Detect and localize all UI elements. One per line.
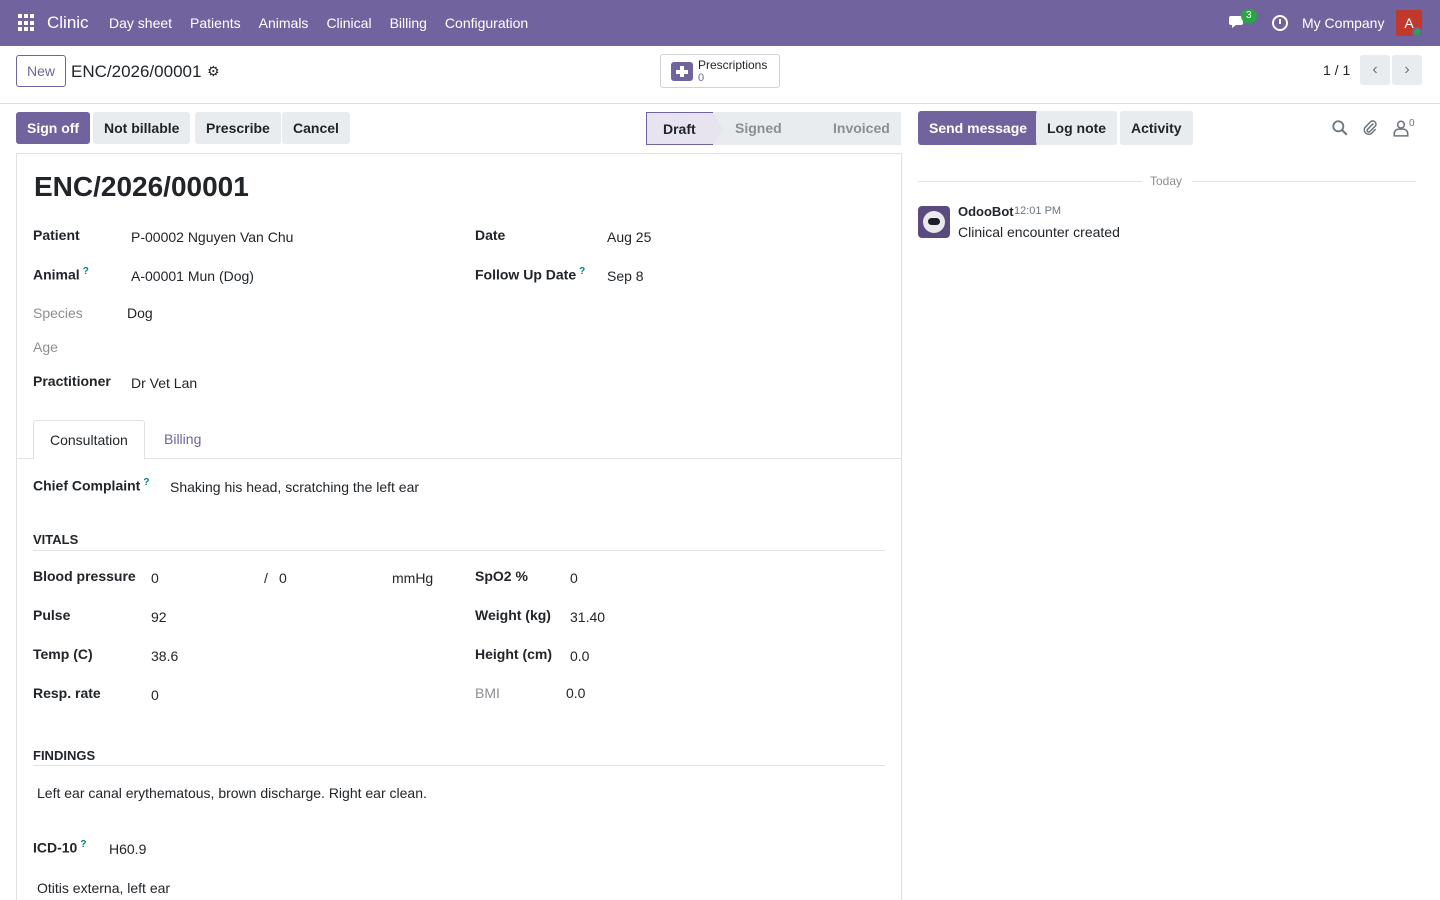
message-body: Clinical encounter created (958, 224, 1120, 240)
temp-field[interactable]: 38.6 (151, 648, 178, 664)
smart-button-label: Prescriptions (698, 58, 768, 72)
bp-systolic-field[interactable]: 0 (151, 570, 159, 586)
weight-label: Weight (kg) (475, 607, 551, 623)
weight-field[interactable]: 31.40 (570, 609, 605, 625)
blood-pressure-label: Blood pressure (33, 568, 136, 584)
patient-label: Patient (33, 227, 80, 243)
menu-configuration[interactable]: Configuration (436, 0, 537, 46)
chat-count-badge: 3 (1241, 9, 1257, 23)
top-navbar: Clinic Day sheet Patients Animals Clinic… (0, 0, 1440, 46)
date-divider-left (918, 181, 1142, 182)
status-stages: Draft Signed off Invoiced (646, 112, 901, 169)
pager-value[interactable]: 1 / 1 (1323, 62, 1350, 78)
bp-diastolic-field[interactable]: 0 (279, 570, 287, 586)
bmi-label: BMI (475, 685, 500, 701)
chief-complaint-label: Chief Complaint? (33, 477, 150, 494)
chief-complaint-field[interactable]: Shaking his head, scratching the left ea… (170, 479, 419, 495)
pager-previous-button[interactable]: ‹ (1360, 55, 1390, 85)
spo2-label: SpO2 % (475, 568, 528, 584)
form-sheet: ENC/2026/00001 Patient P-00002 Nguyen Va… (16, 153, 902, 900)
search-icon[interactable] (1331, 119, 1349, 137)
diagnosis-field[interactable]: Otitis externa, left ear (37, 880, 170, 896)
record-title: ENC/2026/00001 (34, 171, 249, 202)
date-divider-right (1192, 181, 1416, 182)
prescribe-button[interactable]: Prescribe (195, 112, 281, 144)
height-field[interactable]: 0.0 (570, 648, 589, 664)
odoobot-avatar[interactable] (918, 206, 950, 238)
spo2-field[interactable]: 0 (570, 570, 578, 586)
bp-separator: / (264, 570, 268, 586)
height-label: Height (cm) (475, 646, 552, 662)
control-panel: New ENC/2026/00001 ⚙ Prescriptions 0 1 /… (0, 46, 1440, 104)
follow-up-date-field[interactable]: Sep 8 (607, 268, 644, 284)
animal-label: Animal? (33, 266, 89, 283)
findings-section-title: FINDINGS (33, 748, 96, 763)
findings-field[interactable]: Left ear canal erythematous, brown disch… (37, 785, 427, 801)
new-button[interactable]: New (16, 55, 67, 87)
main-menu: Day sheet Patients Animals Clinical Bill… (100, 0, 537, 46)
send-message-button[interactable]: Send message (918, 111, 1039, 145)
smart-button-count: 0 (698, 72, 705, 84)
help-icon[interactable]: ? (83, 266, 89, 277)
tab-consultation[interactable]: Consultation (33, 420, 145, 460)
practitioner-label: Practitioner (33, 373, 111, 389)
help-icon[interactable]: ? (143, 477, 149, 488)
stage-draft[interactable]: Draft (646, 112, 723, 146)
pulse-label: Pulse (33, 607, 71, 623)
bp-unit: mmHg (392, 570, 434, 586)
message-timestamp: 12:01 PM (1014, 205, 1062, 217)
message-author[interactable]: OdooBot (958, 204, 1014, 219)
breadcrumb-record-name: ENC/2026/00001 (71, 62, 202, 81)
prescriptions-smart-button[interactable]: Prescriptions 0 (660, 54, 780, 88)
resp-rate-label: Resp. rate (33, 685, 101, 701)
resp-rate-field[interactable]: 0 (151, 687, 159, 703)
icd10-label: ICD-10? (33, 839, 87, 856)
date-label: Date (475, 227, 506, 243)
menu-day-sheet[interactable]: Day sheet (100, 0, 181, 46)
vitals-section-title: VITALS (33, 532, 79, 547)
pulse-field[interactable]: 92 (151, 609, 167, 625)
icd10-field[interactable]: H60.9 (109, 841, 146, 857)
pager-next-button[interactable]: › (1392, 55, 1422, 85)
age-label: Age (33, 339, 58, 355)
practitioner-field[interactable]: Dr Vet Lan (131, 375, 197, 391)
help-icon[interactable]: ? (80, 839, 86, 850)
app-brand[interactable]: Clinic (47, 13, 89, 33)
not-billable-button[interactable]: Not billable (93, 112, 191, 144)
animal-field[interactable]: A-00001 Mun (Dog) (131, 268, 254, 284)
cancel-button[interactable]: Cancel (282, 112, 350, 144)
stage-signed-off[interactable]: Signed off (713, 112, 821, 169)
followers-icon[interactable] (1392, 119, 1410, 137)
medical-kit-icon (671, 62, 693, 81)
menu-billing[interactable]: Billing (381, 0, 436, 46)
date-separator-today: Today (1150, 174, 1183, 188)
menu-animals[interactable]: Animals (250, 0, 318, 46)
notebook-tabs: Consultation Billing (17, 420, 901, 460)
tab-billing[interactable]: Billing (148, 420, 217, 460)
activity-clock-icon[interactable] (1272, 15, 1288, 31)
species-label: Species (33, 305, 83, 321)
menu-patients[interactable]: Patients (181, 0, 250, 46)
help-icon[interactable]: ? (579, 266, 585, 277)
temp-label: Temp (C) (33, 646, 93, 662)
sign-off-button[interactable]: Sign off (16, 112, 91, 144)
app-menu-icon[interactable] (18, 14, 36, 32)
follow-up-date-label: Follow Up Date? (475, 266, 586, 283)
findings-divider (33, 765, 885, 766)
date-field[interactable]: Aug 25 (607, 229, 651, 245)
patient-field[interactable]: P-00002 Nguyen Van Chu (131, 229, 293, 245)
activity-button[interactable]: Activity (1120, 111, 1193, 145)
menu-clinical[interactable]: Clinical (317, 0, 380, 46)
species-value: Dog (127, 305, 153, 321)
followers-count: 0 (1409, 118, 1415, 129)
gear-icon[interactable]: ⚙ (207, 63, 220, 80)
online-status-dot (1412, 27, 1422, 37)
company-switcher[interactable]: My Company (1302, 15, 1384, 31)
vitals-divider (33, 550, 885, 551)
log-note-button[interactable]: Log note (1036, 111, 1118, 145)
stage-invoiced[interactable]: Invoiced (811, 112, 901, 145)
paperclip-icon[interactable] (1361, 119, 1379, 137)
bmi-value: 0.0 (566, 685, 586, 701)
